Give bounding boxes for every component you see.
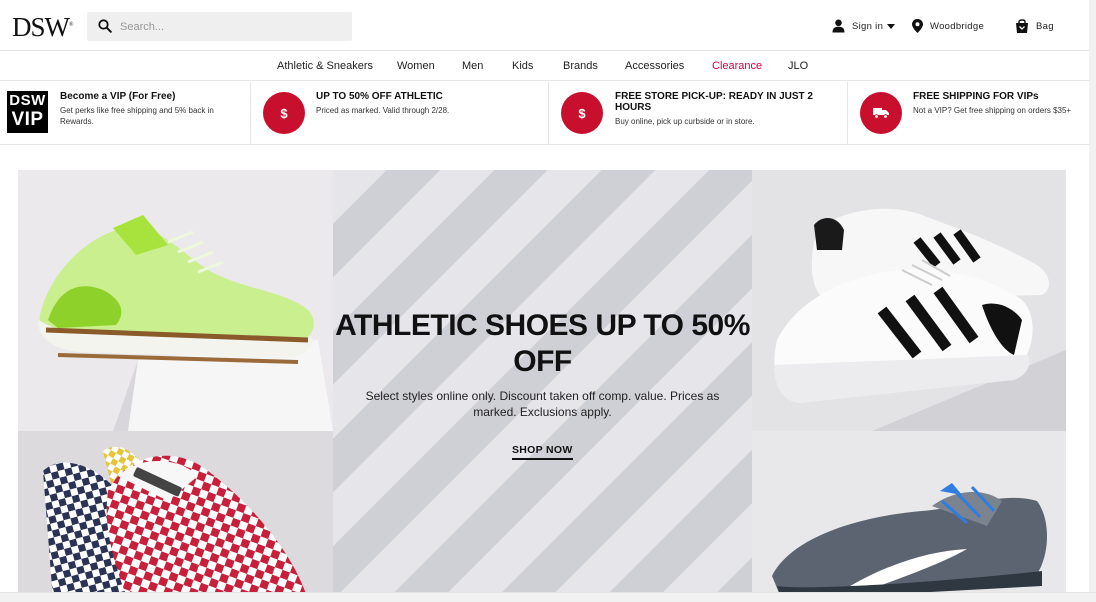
hero-subtext: Select styles online only. Discount take… — [365, 389, 720, 419]
sign-in-label: Sign in — [852, 20, 884, 32]
promo-title: FREE STORE PICK-UP: READY IN JUST 2 HOUR… — [615, 91, 813, 113]
hero-image-lime-sneaker — [18, 170, 333, 431]
hero-image-checkered-slip-on — [18, 431, 333, 592]
sign-in-link[interactable]: Sign in — [832, 18, 896, 34]
hero-image-white-sneakers — [752, 170, 1066, 431]
main-nav: Athletic & Sneakers Women Men Kids Brand… — [0, 51, 1089, 81]
white-sneakers-image — [752, 170, 1066, 431]
nav-item-women[interactable]: Women — [397, 60, 435, 72]
shopping-bag-icon — [1016, 19, 1028, 33]
nav-item-athletic-sneakers[interactable]: Athletic & Sneakers — [277, 60, 373, 72]
promo-store-pickup[interactable]: $ FREE STORE PICK-UP: READY IN JUST 2 HO… — [549, 82, 848, 145]
trademark-mark: ® — [69, 22, 73, 28]
truck-icon — [860, 92, 902, 134]
promo-desc: Not a VIP? Get free shipping on orders $… — [913, 106, 1072, 115]
dsw-vip-badge: DSW VIP — [7, 91, 48, 133]
nav-item-kids[interactable]: Kids — [512, 60, 533, 72]
vip-badge-line2: VIP — [11, 109, 44, 130]
promo-desc: Buy online, pick up curbside or in store… — [615, 117, 755, 126]
search-icon[interactable] — [98, 19, 112, 33]
promo-free-shipping[interactable]: FREE SHIPPING FOR VIPs Not a VIP? Get fr… — [848, 82, 1089, 145]
location-pin-icon — [912, 19, 923, 33]
search-bar[interactable] — [87, 12, 352, 41]
chevron-down-icon — [887, 23, 896, 29]
checkered-slip-on-image — [18, 431, 333, 592]
dollar-icon: $ — [263, 92, 305, 134]
hero-promo-panel: ATHLETIC SHOES UP TO 50% OFF Select styl… — [333, 170, 752, 592]
nav-item-men[interactable]: Men — [462, 60, 483, 72]
dollar-icon: $ — [561, 92, 603, 134]
gray-running-shoe-image — [752, 431, 1066, 592]
hero-headline: ATHLETIC SHOES UP TO 50% OFF — [335, 309, 750, 378]
promo-desc: Get perks like free shipping and 5% back… — [60, 106, 214, 126]
vertical-scrollbar[interactable] — [1089, 0, 1096, 602]
bag-link[interactable]: Bag — [1015, 18, 1054, 34]
lime-sneaker-image — [18, 170, 333, 431]
promo-title: Become a VIP (For Free) — [60, 91, 176, 102]
promo-vip[interactable]: DSW VIP Become a VIP (For Free) Get perk… — [0, 82, 251, 145]
store-name: Woodbridge — [930, 20, 985, 32]
logo-text: DSW — [12, 12, 70, 42]
shop-now-button[interactable]: SHOP NOW — [512, 444, 573, 460]
search-input[interactable] — [120, 17, 340, 36]
promo-strip: DSW VIP Become a VIP (For Free) Get perk… — [0, 82, 1089, 145]
horizontal-scrollbar[interactable] — [0, 592, 1096, 602]
site-header: DSW® Sign in Woodbridge — [0, 0, 1089, 51]
nav-item-clearance[interactable]: Clearance — [712, 60, 762, 72]
vip-badge-line1: DSW — [9, 92, 46, 109]
promo-title: FREE SHIPPING FOR VIPs — [913, 91, 1039, 102]
promo-athletic-sale[interactable]: $ UP TO 50% OFF ATHLETIC Priced as marke… — [251, 82, 549, 145]
dsw-logo[interactable]: DSW® — [12, 12, 73, 43]
hero-banner[interactable]: ATHLETIC SHOES UP TO 50% OFF Select styl… — [18, 170, 1066, 592]
nav-item-accessories[interactable]: Accessories — [625, 60, 684, 72]
bag-label: Bag — [1036, 20, 1054, 32]
hero-image-gray-running-shoe — [752, 431, 1066, 592]
promo-desc: Priced as marked. Valid through 2/28. — [316, 106, 450, 115]
store-locator-link[interactable]: Woodbridge — [912, 18, 984, 34]
nav-item-jlo[interactable]: JLO — [788, 60, 808, 72]
user-icon — [832, 19, 845, 33]
page: DSW® Sign in Woodbridge — [0, 0, 1089, 592]
nav-item-brands[interactable]: Brands — [563, 60, 598, 72]
promo-title: UP TO 50% OFF ATHLETIC — [316, 91, 443, 102]
